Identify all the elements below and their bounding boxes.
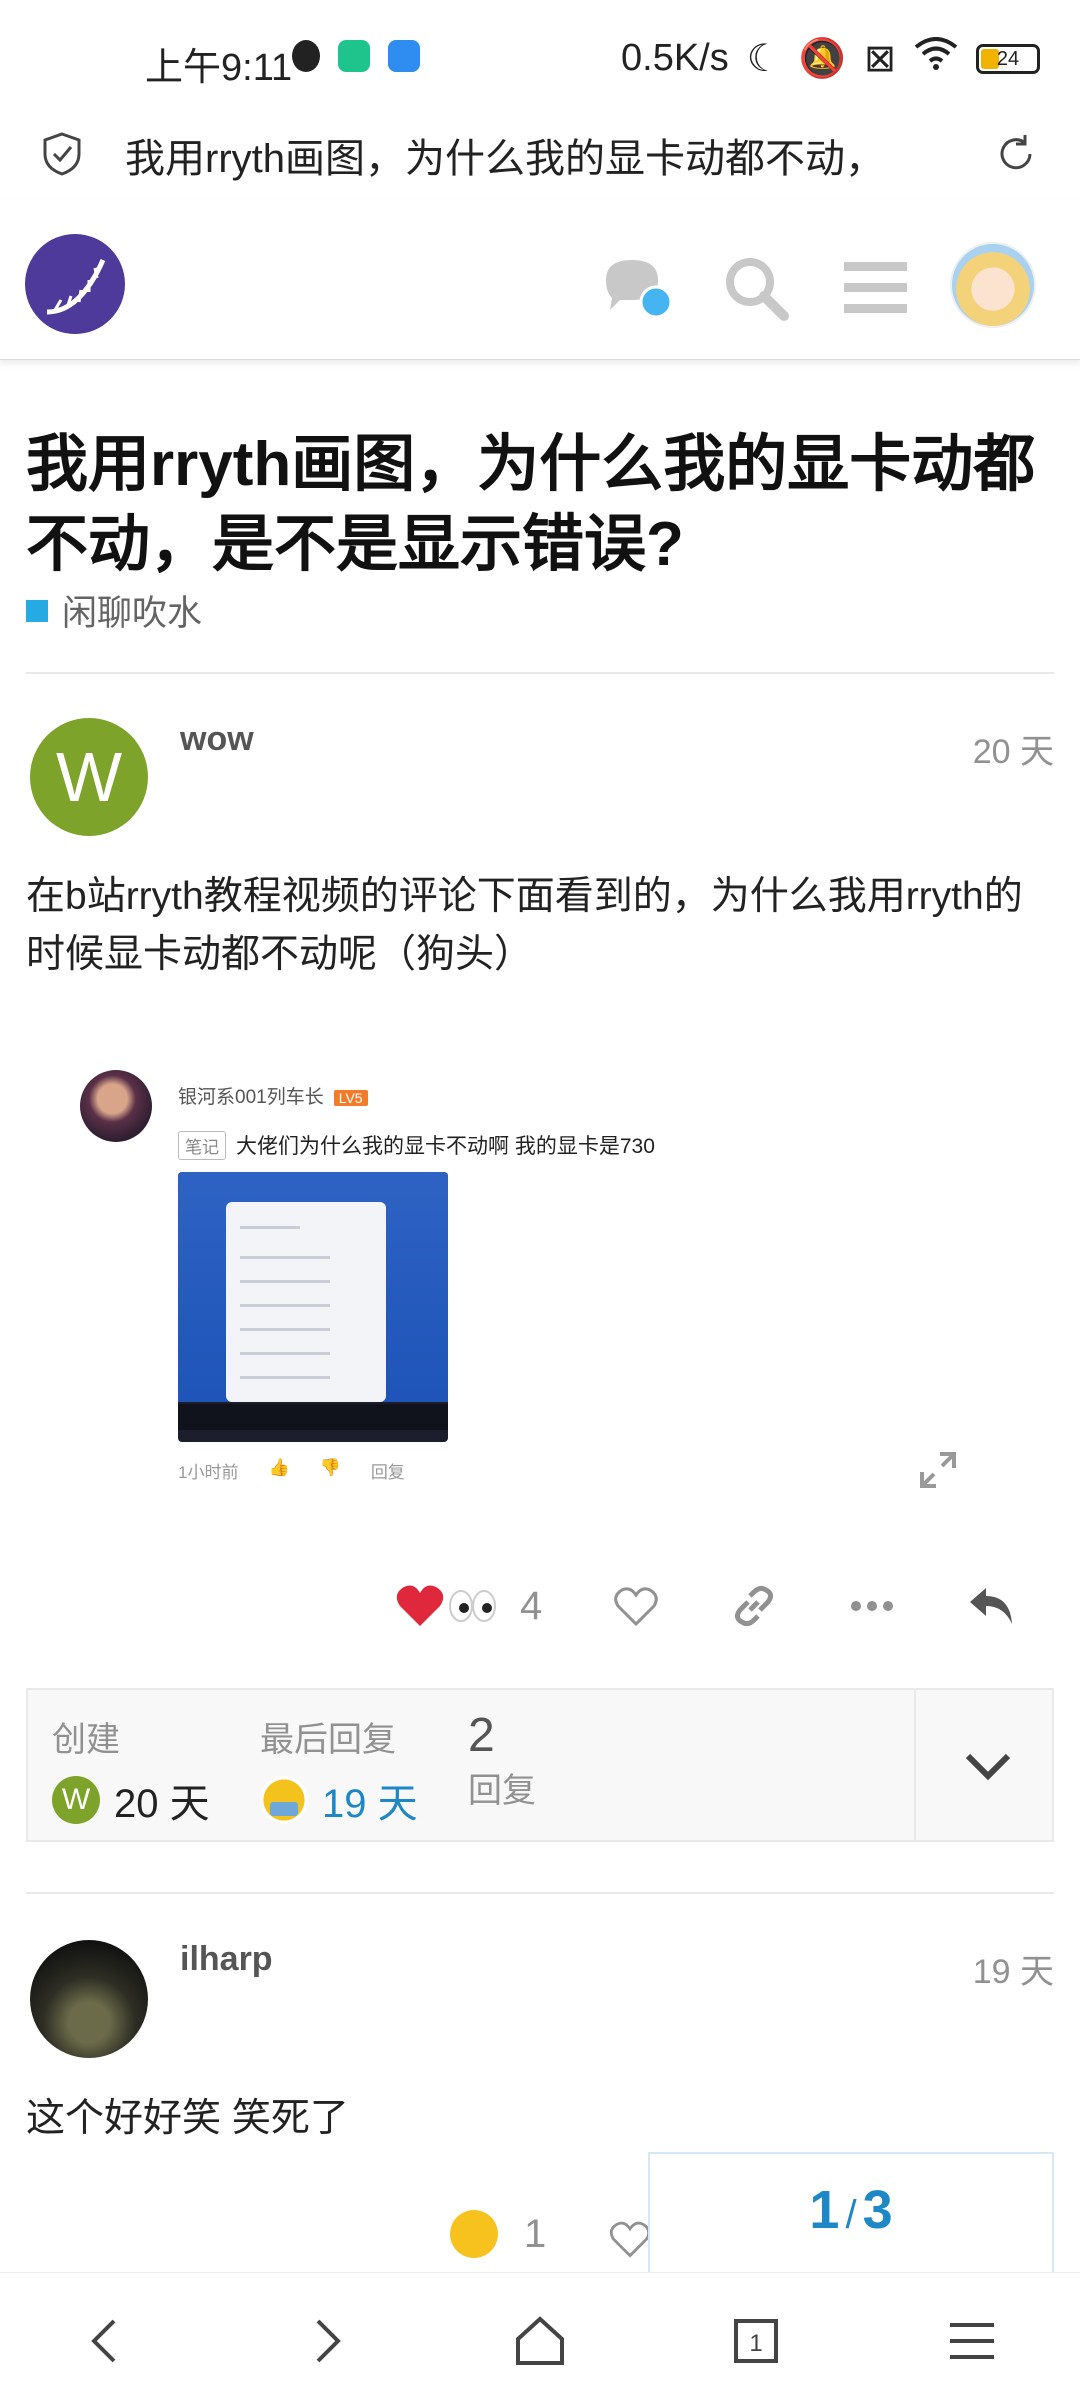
expand-icon[interactable] — [918, 1450, 958, 1490]
no-sim-icon: ⊠ — [864, 38, 896, 80]
comment-text: 大佬们为什么我的显卡不动啊 我的显卡是730 — [236, 1135, 655, 1158]
laugh-reaction-icon[interactable] — [450, 2210, 498, 2258]
wifi-icon — [914, 36, 958, 81]
progress-separator: / — [845, 2193, 857, 2237]
last-reply-value-row[interactable]: 19 天 — [260, 1771, 418, 1829]
created-column: 创建 W 20 天 — [52, 1712, 210, 1829]
browser-url-bar[interactable]: 我用rryth画图，为什么我的显卡动都不动， — [0, 110, 1080, 200]
topic-map: 创建 W 20 天 最后回复 19 天 2 回复 — [26, 1688, 1054, 1842]
progress-total: 3 — [862, 2180, 893, 2240]
created-label: 创建 — [52, 1721, 120, 1759]
chevron-down-icon[interactable] — [960, 1738, 1016, 1794]
cloud-app-icon — [388, 40, 420, 72]
topic-progress[interactable]: 1/3 — [648, 2152, 1054, 2272]
comment-time: 1小时前 — [178, 1463, 239, 1482]
status-bar: 上午9:11 0.5K/s ☾ 🔕 ⊠ 24 — [0, 0, 1080, 110]
eyes-reaction-icon[interactable] — [446, 1580, 498, 1632]
status-right: 0.5K/s ☾ 🔕 ⊠ 24 — [621, 36, 1040, 81]
thumbs-down-icon: 👎 — [319, 1458, 341, 1477]
creator-avatar: W — [52, 1776, 100, 1824]
page-title-url[interactable]: 我用rryth画图，为什么我的显卡动都不动， — [125, 126, 925, 184]
replies-count: 2 — [468, 1709, 495, 1762]
divider — [26, 1892, 1054, 1894]
reload-icon[interactable] — [992, 130, 1040, 178]
mute-icon: 🔕 — [798, 37, 847, 80]
category-color-square — [26, 599, 48, 622]
battery-icon: 24 — [976, 43, 1040, 74]
progress-current: 1 — [809, 2180, 840, 2240]
post-actions: 4 — [0, 1570, 1080, 1645]
net-speed: 0.5K/s — [621, 37, 729, 79]
commenter-name: 银河系001列车长 LV5 — [178, 1082, 368, 1109]
reaction-count[interactable]: 1 — [524, 2212, 546, 2257]
level-badge: LV5 — [333, 1090, 368, 1106]
search-icon[interactable] — [718, 250, 793, 325]
post-username[interactable]: wow — [180, 720, 254, 759]
forward-icon[interactable] — [296, 2313, 352, 2369]
divider — [26, 672, 1054, 674]
post-date[interactable]: 19 天 — [973, 1944, 1054, 1993]
last-replier-avatar — [260, 1776, 308, 1824]
menu-icon[interactable] — [838, 250, 913, 325]
moon-icon: ☾ — [746, 38, 781, 80]
topic-map-separator — [914, 1690, 916, 1840]
shield-app-icon — [338, 40, 370, 72]
like-icon[interactable] — [610, 1580, 662, 1632]
post-username[interactable]: ilharp — [180, 1940, 273, 1979]
post-date[interactable]: 20 天 — [973, 724, 1054, 773]
status-time: 上午9:11 — [145, 47, 293, 89]
created-value-row[interactable]: W 20 天 — [52, 1771, 210, 1829]
monitor-photo — [178, 1172, 448, 1442]
commenter-avatar — [80, 1070, 152, 1142]
author-avatar[interactable] — [30, 1940, 148, 2058]
topic-title[interactable]: 我用rryth画图，为什么我的显卡动都不动，是不是显示错误? — [26, 425, 1056, 585]
reply-icon[interactable] — [966, 1580, 1018, 1632]
like-icon[interactable] — [606, 2215, 654, 2263]
category-label: 闲聊吹水 — [62, 594, 203, 633]
last-reply-value: 19 天 — [322, 1782, 418, 1826]
more-icon[interactable] — [846, 1580, 898, 1632]
browser-bottom-nav: 1 — [0, 2272, 1080, 2400]
browser-menu-icon[interactable] — [944, 2313, 1000, 2369]
home-icon[interactable] — [512, 2313, 568, 2369]
author-avatar[interactable]: W — [30, 718, 148, 836]
svg-text:1: 1 — [749, 2330, 762, 2357]
site-header — [0, 200, 1080, 360]
post-body: 这个好好笑 笑死了 — [26, 2097, 349, 2140]
user-avatar[interactable] — [950, 242, 1036, 328]
embedded-image[interactable]: 银河系001列车长 LV5 笔记 大佬们为什么我的显卡不动啊 我的显卡是730 1… — [80, 1060, 1040, 1500]
comment-meta: 1小时前 👍 👎 回复 — [178, 1458, 405, 1483]
replies-label: 回复 — [468, 1772, 536, 1810]
comment-line: 笔记 大佬们为什么我的显卡不动啊 我的显卡是730 — [178, 1130, 655, 1160]
topic-category[interactable]: 闲聊吹水 — [26, 585, 202, 636]
security-shield-icon[interactable] — [42, 132, 82, 176]
note-tag: 笔记 — [178, 1130, 226, 1160]
qq-icon — [292, 40, 320, 72]
replies-column: 2 回复 — [468, 1708, 536, 1812]
post-body: 在b站rryth教程视频的评论下面看到的，为什么我用rryth的时候显卡动都不动… — [26, 875, 1023, 976]
tabs-icon[interactable]: 1 — [728, 2313, 784, 2369]
created-value: 20 天 — [114, 1782, 210, 1826]
reaction-count[interactable]: 4 — [520, 1584, 542, 1629]
site-logo[interactable] — [25, 234, 125, 334]
reply-text: 回复 — [370, 1463, 405, 1482]
last-reply-label: 最后回复 — [260, 1721, 396, 1759]
thumbs-up-icon: 👍 — [268, 1458, 290, 1477]
chat-icon[interactable] — [598, 250, 673, 325]
last-reply-column: 最后回复 19 天 — [260, 1712, 418, 1829]
heart-reaction-icon[interactable] — [394, 1580, 446, 1632]
link-icon[interactable] — [728, 1580, 780, 1632]
back-icon[interactable] — [80, 2313, 136, 2369]
